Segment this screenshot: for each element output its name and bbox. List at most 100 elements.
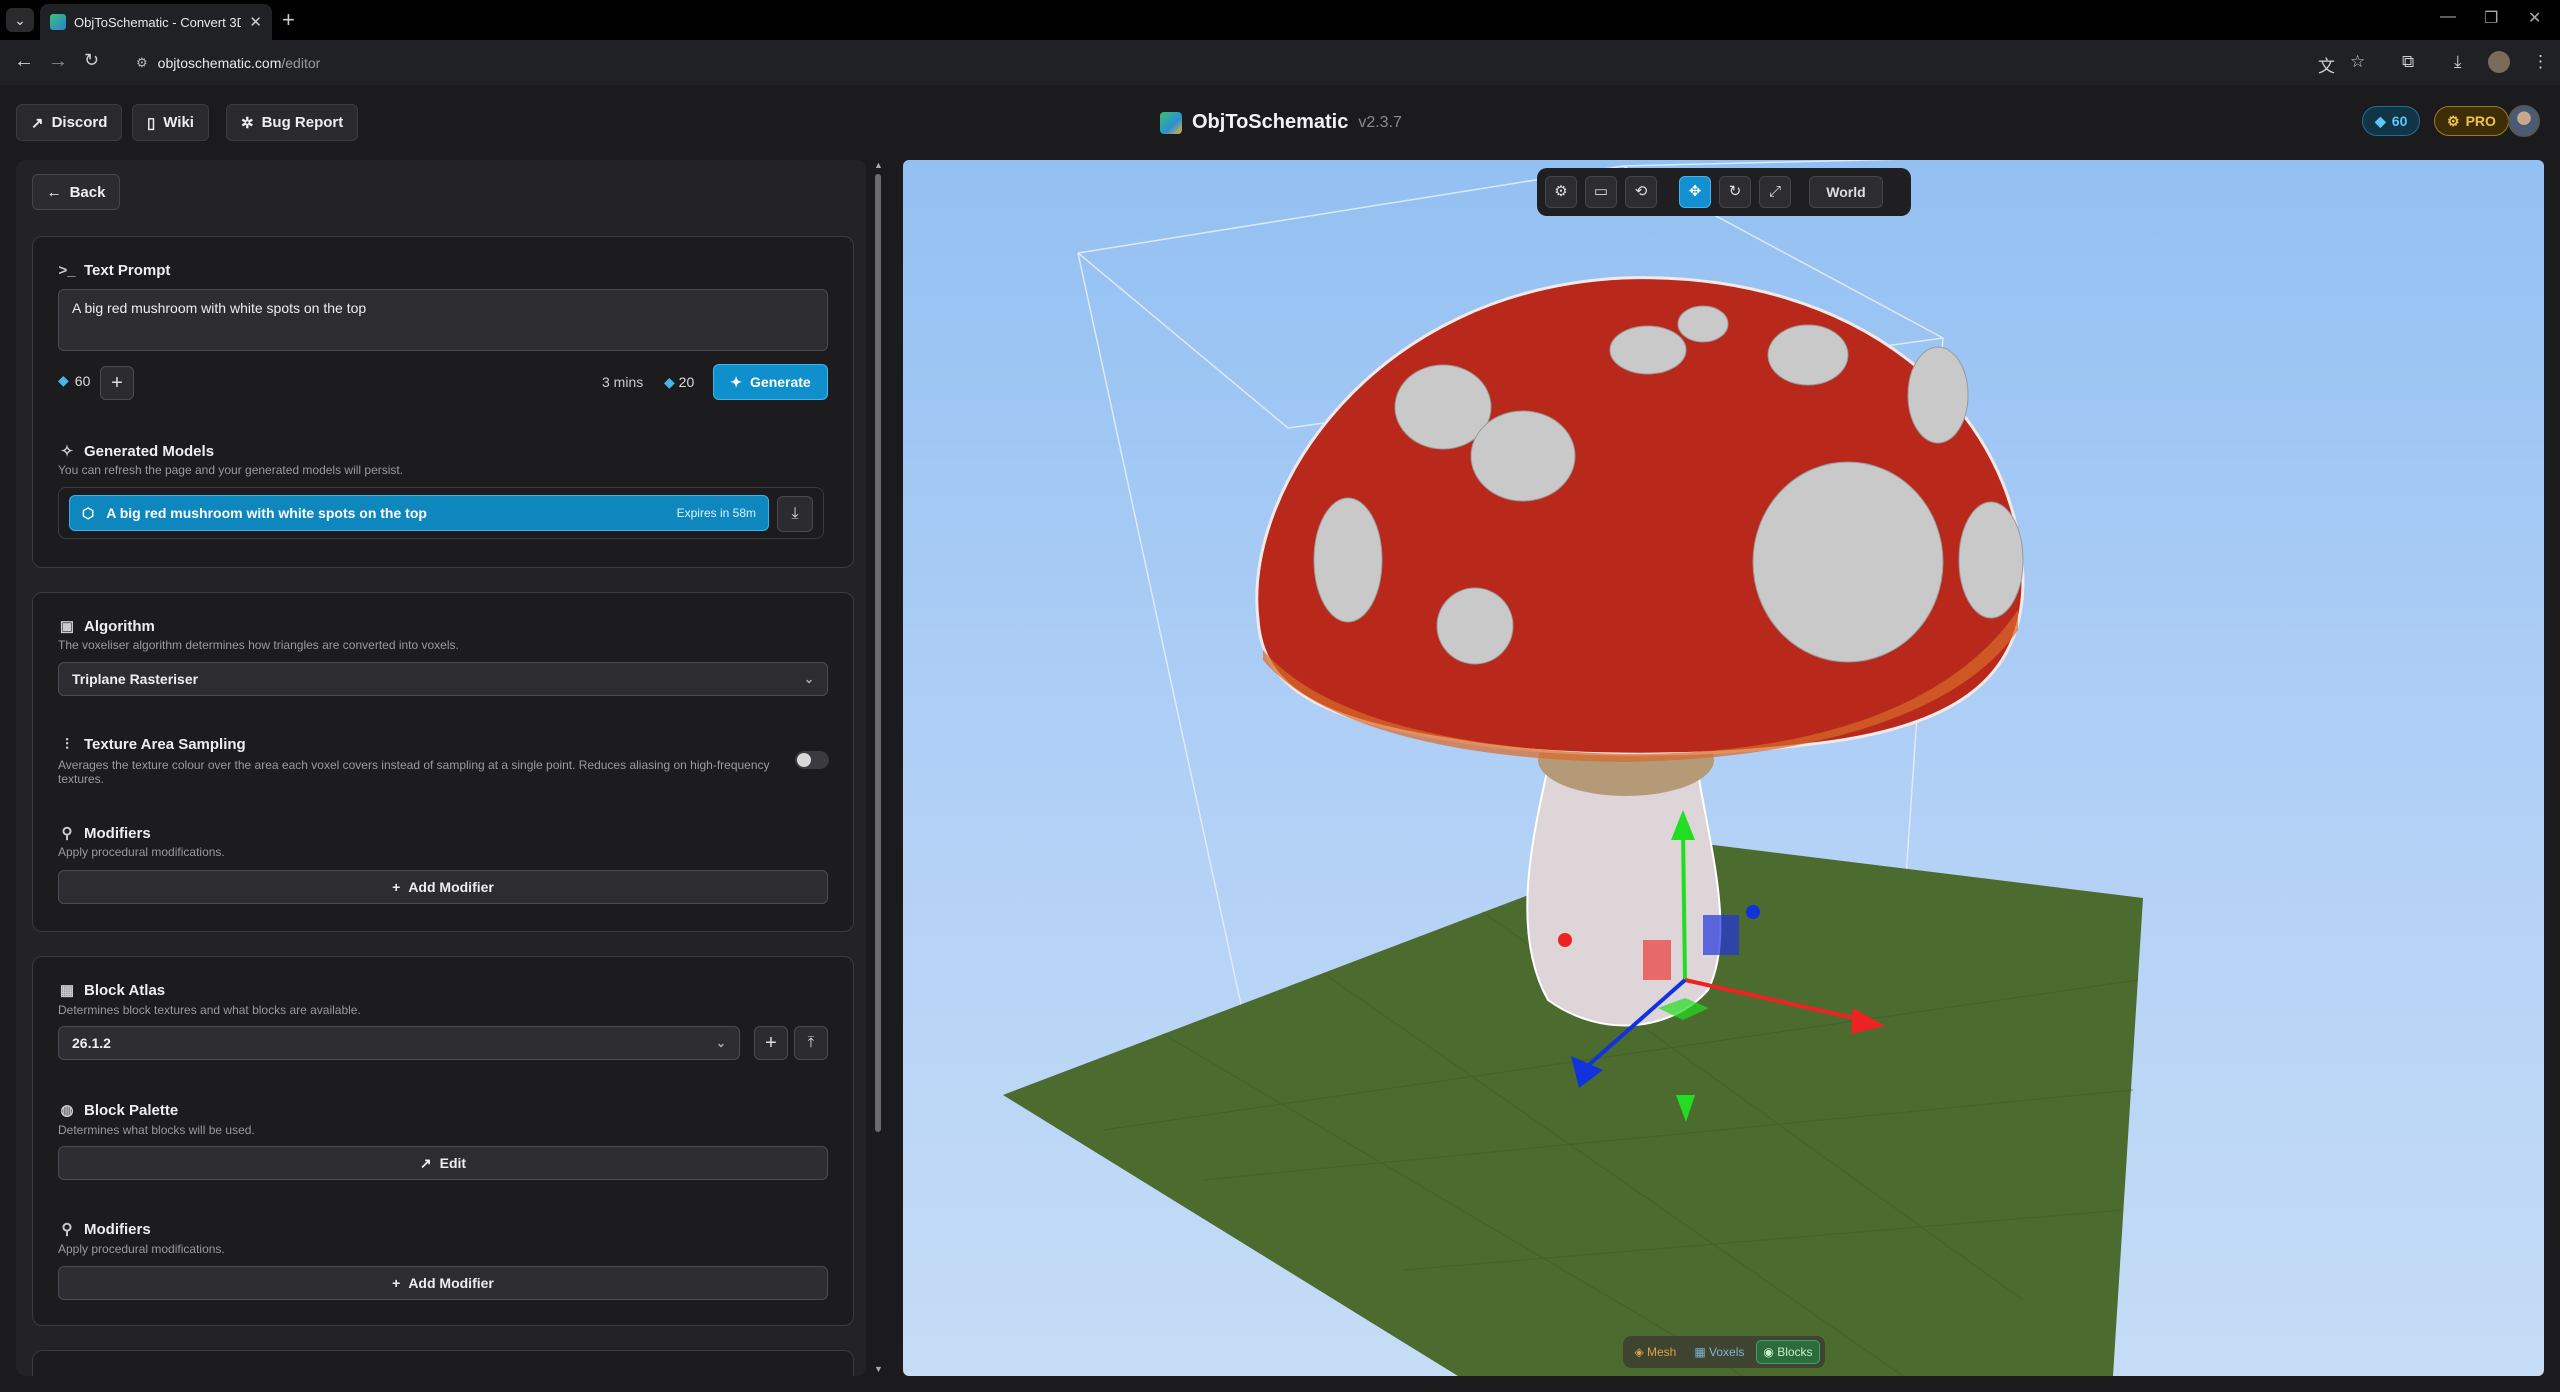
panel-scrollbar[interactable]: ▲ ▼ — [872, 160, 884, 1376]
algorithm-select[interactable]: Triplane Rasteriser ⌄ — [58, 662, 828, 696]
upload-atlas-button[interactable]: ⤒ — [794, 1026, 828, 1060]
discord-button[interactable]: ↗ Discord — [16, 104, 123, 141]
app-logo-icon — [1160, 111, 1182, 134]
wiki-button[interactable]: ▯ Wiki — [132, 104, 209, 141]
browser-profile-avatar[interactable] — [2488, 51, 2510, 73]
new-tab-button[interactable]: + — [282, 7, 295, 33]
text-prompt-title: >_ Text Prompt — [58, 262, 170, 279]
back-arrow-icon[interactable]: ← — [14, 50, 34, 73]
scroll-up-icon[interactable]: ▲ — [874, 160, 883, 170]
app-brand: ObjToSchematic v2.3.7 — [1160, 111, 1402, 134]
camera-icon[interactable]: ▭ — [1585, 176, 1617, 208]
text-prompt-label: Text Prompt — [84, 262, 171, 279]
add-modifier-button[interactable]: + Add Modifier — [58, 870, 828, 904]
texture-sampling-desc: Averages the texture colour over the are… — [58, 758, 770, 786]
add-atlas-button[interactable]: + — [754, 1026, 788, 1060]
wiki-label: Wiki — [163, 114, 194, 131]
voxels-mode-button[interactable]: ▦ Voxels — [1688, 1341, 1750, 1363]
blocks-mode-label: Blocks — [1777, 1345, 1813, 1359]
prompt-gems-count: 60 — [74, 372, 91, 389]
block-atlas-select[interactable]: 26.1.2 ⌄ — [58, 1026, 740, 1060]
generate-label: Generate — [750, 374, 811, 390]
gems-count: 60 — [2391, 113, 2408, 129]
tab-title: ObjToSchematic - Convert 3D m — [74, 14, 242, 30]
rotate-tool-icon[interactable]: ↻ — [1719, 176, 1751, 208]
wand-icon: ⚲ — [61, 1221, 73, 1238]
block-palette-desc: Determines what blocks will be used. — [58, 1123, 255, 1137]
browser-menu-icon[interactable]: ⋮ — [2532, 52, 2549, 72]
modifiers-title: ⚲ Modifiers — [58, 824, 151, 843]
settings-icon[interactable]: ⚙ — [1545, 176, 1577, 208]
generation-time: 3 mins — [602, 374, 644, 390]
add-modifier-button[interactable]: + Add Modifier — [58, 1266, 828, 1300]
translate-icon[interactable]: 文 — [2318, 52, 2335, 77]
url-field[interactable]: ⚙ objtoschematic.com/editor — [130, 48, 2310, 77]
generated-models-desc: You can refresh the page and your genera… — [58, 463, 404, 477]
scroll-down-icon[interactable]: ▼ — [874, 1364, 883, 1374]
pro-label: PRO — [2465, 113, 2496, 129]
site-info-icon[interactable]: ⚙ — [136, 55, 148, 71]
extensions-icon[interactable]: ⧉ — [2402, 52, 2414, 72]
bug-report-button[interactable]: ✲ Bug Report — [226, 104, 359, 141]
world-space-button[interactable]: World — [1809, 176, 1883, 208]
algorithm-desc: The voxeliser algorithm determines how t… — [58, 638, 459, 652]
reload-icon[interactable]: ↻ — [84, 50, 99, 71]
generated-models-label: Generated Models — [84, 442, 215, 460]
browser-tab-bar: ⌄ ObjToSchematic - Convert 3D m ✕ + — ❐ … — [0, 0, 2560, 40]
generate-button[interactable]: ✦ Generate — [713, 364, 828, 400]
mesh-mode-button[interactable]: ◈ Mesh — [1628, 1341, 1682, 1363]
plus-icon: + — [392, 879, 401, 895]
texture-sampling-label: Texture Area Sampling — [84, 736, 246, 753]
algorithm-label: Algorithm — [84, 617, 155, 635]
generation-cost-value: 20 — [678, 374, 695, 390]
close-window-icon[interactable]: ✕ — [2528, 8, 2541, 28]
generated-model-item[interactable]: ⬡ A big red mushroom with white spots on… — [69, 495, 769, 531]
generated-models-list: ⬡ A big red mushroom with white spots on… — [58, 487, 824, 539]
settings-panel: ← Back >_ Text Prompt A big red mushroom… — [16, 160, 866, 1376]
close-tab-icon[interactable]: ✕ — [249, 13, 262, 31]
modifiers-label: Modifiers — [84, 824, 151, 842]
gems-balance-badge[interactable]: ◆ 60 — [2362, 106, 2421, 136]
prompt-textarea[interactable]: A big red mushroom with white spots on t… — [58, 289, 828, 351]
brand-name: ObjToSchematic — [1192, 111, 1349, 133]
algorithm-title: ▣ Algorithm — [58, 617, 155, 636]
orbit-icon[interactable]: ⟲ — [1625, 176, 1657, 208]
scale-tool-icon[interactable]: ⤢ — [1759, 176, 1791, 208]
edit-palette-label: Edit — [439, 1155, 467, 1171]
book-icon: ▯ — [147, 114, 156, 132]
forward-arrow-icon[interactable]: → — [48, 50, 68, 73]
back-button[interactable]: ← Back — [32, 174, 120, 210]
prompt-gems: ◆ 60 — [58, 372, 90, 389]
texture-sampling-toggle[interactable] — [795, 751, 829, 769]
blocks-mode-button[interactable]: ◉ Blocks — [1756, 1340, 1820, 1364]
move-tool-icon[interactable]: ✥ — [1679, 176, 1711, 208]
external-link-icon: ↗ — [31, 114, 44, 132]
mesh-mode-label: Mesh — [1647, 1345, 1677, 1359]
3d-viewport[interactable]: ⚙ ▭ ⟲ ✥ ↻ ⤢ World ◈ Mesh ▦ Voxels ◉ Bloc… — [903, 160, 2544, 1376]
buy-gems-button[interactable]: + — [100, 366, 134, 400]
restore-icon[interactable]: ❐ — [2484, 8, 2498, 28]
scroll-thumb[interactable] — [875, 174, 881, 1132]
add-modifier-label: Add Modifier — [408, 879, 494, 895]
block-palette-label: Block Palette — [84, 1101, 179, 1119]
edit-palette-button[interactable]: ↗ Edit — [58, 1146, 828, 1180]
modifiers-label: Modifiers — [84, 1220, 151, 1238]
gem-icon: ◆ — [58, 372, 69, 388]
pro-badge[interactable]: ⚙ PRO — [2434, 106, 2509, 136]
block-atlas-desc: Determines block textures and what block… — [58, 1003, 361, 1017]
download-model-button[interactable]: ⤓ — [777, 496, 813, 532]
browser-tab[interactable]: ObjToSchematic - Convert 3D m ✕ — [40, 4, 272, 40]
tab-search-button[interactable]: ⌄ — [6, 8, 34, 32]
downloads-icon[interactable]: ⤓ — [2454, 52, 2462, 72]
user-avatar[interactable] — [2508, 105, 2540, 137]
bug-report-label: Bug Report — [261, 114, 344, 131]
bookmark-star-icon[interactable]: ☆ — [2350, 52, 2365, 72]
model-expiry: Expires in 58m — [676, 506, 756, 520]
toggle-knob — [797, 753, 811, 767]
cube-icon: ⬡ — [82, 504, 95, 521]
minimize-icon[interactable]: — — [2440, 8, 2456, 26]
next-card — [32, 1350, 854, 1376]
bug-icon: ✲ — [241, 114, 254, 132]
modifiers-desc: Apply procedural modifications. — [58, 1242, 225, 1256]
address-bar: ← → ↻ ⚙ objtoschematic.com/editor 文 ☆ ⧉ … — [0, 40, 2560, 85]
